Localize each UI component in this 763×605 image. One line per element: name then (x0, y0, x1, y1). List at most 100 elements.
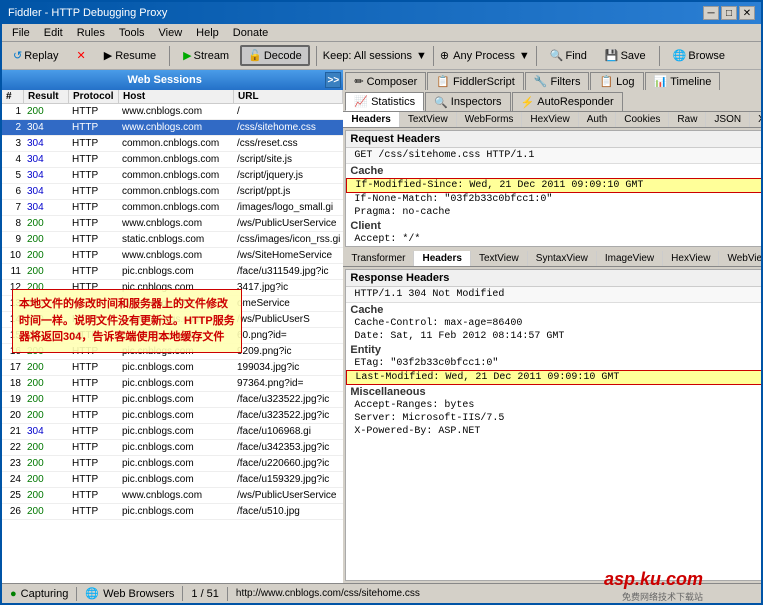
tab-filters[interactable]: 🔧 Filters (525, 72, 590, 90)
table-row[interactable]: 21 304 HTTP pic.cnblogs.com /face/u10696… (2, 424, 343, 440)
resp-tab-textview[interactable]: TextView (471, 251, 528, 266)
resp-tab-webview[interactable]: WebView (719, 251, 761, 266)
table-row[interactable]: 2 304 HTTP www.cnblogs.com /css/sitehome… (2, 120, 343, 136)
response-entity-group: Entity ETag: "03f2b33c0bfcc1:0" Last-Mod… (346, 343, 761, 385)
resp-tab-syntaxview[interactable]: SyntaxView (528, 251, 597, 266)
col-header-protocol[interactable]: Protocol (69, 90, 119, 103)
save-icon: 💾 (605, 49, 619, 62)
table-row[interactable]: 18 200 HTTP pic.cnblogs.com 97364.png?id… (2, 376, 343, 392)
col-header-num[interactable]: # (2, 90, 24, 103)
menu-help[interactable]: Help (190, 26, 225, 40)
table-row[interactable]: 8 200 HTTP www.cnblogs.com /ws/PublicUse… (2, 216, 343, 232)
toolbar-sep3 (433, 46, 434, 66)
stream-button[interactable]: ▶ Stream (176, 46, 236, 65)
table-row[interactable]: 24 200 HTTP pic.cnblogs.com /face/u15932… (2, 472, 343, 488)
title-bar: Fiddler - HTTP Debugging Proxy ─ □ ✕ (2, 2, 761, 24)
annotation-overlay: 本地文件的修改时间和服务器上的文件修改时间一样。说明文件没有更新过。HTTP服务… (12, 289, 242, 353)
status-web-browsers[interactable]: 🌐 Web Browsers (77, 586, 183, 601)
process-icon: ⊕ (440, 49, 449, 62)
table-row[interactable]: 20 200 HTTP pic.cnblogs.com /face/u32352… (2, 408, 343, 424)
resp-last-modified: Last-Modified: Wed, 21 Dec 2011 09:09:10… (346, 370, 761, 385)
menu-edit[interactable]: Edit (38, 26, 69, 40)
find-button[interactable]: 🔍 Find (543, 46, 594, 65)
top-tab-bar: ✏ Composer 📋 FiddlerScript 🔧 Filters 📋 L… (343, 70, 761, 90)
maximize-button[interactable]: □ (721, 6, 737, 20)
table-row[interactable]: 5 304 HTTP common.cnblogs.com /script/jq… (2, 168, 343, 184)
brand-subtext: 免费网络技术下载站 (604, 590, 703, 603)
decode-button[interactable]: 🔓 Decode (240, 45, 310, 66)
menu-rules[interactable]: Rules (71, 26, 111, 40)
window-controls: ─ □ ✕ (703, 6, 755, 20)
menu-view[interactable]: View (153, 26, 189, 40)
resume-button[interactable]: ▶ Resume (97, 46, 163, 65)
brand-area: asp.ku.com 免费网络技术下载站 (604, 569, 703, 603)
sub-tab-cookies[interactable]: Cookies (616, 112, 669, 127)
sub-tab-hexview[interactable]: HexView (522, 112, 578, 127)
sub-tab-raw[interactable]: Raw (669, 112, 706, 127)
main-window: Fiddler - HTTP Debugging Proxy ─ □ ✕ Fil… (0, 0, 763, 605)
process-label: Any Process (453, 50, 515, 62)
col-header-result[interactable]: Result (24, 90, 69, 103)
table-row[interactable]: 9 200 HTTP static.cnblogs.com /css/image… (2, 232, 343, 248)
brand-text: asp.ku.com (604, 569, 703, 590)
sessions-table-header: # Result Protocol Host URL (2, 90, 343, 104)
resp-tab-headers[interactable]: Headers (414, 251, 470, 266)
close-button[interactable]: ✕ (739, 6, 755, 20)
resp-tab-transformer[interactable]: Transformer (343, 251, 414, 266)
resp-tab-hexview[interactable]: HexView (663, 251, 719, 266)
col-header-url[interactable]: URL (234, 90, 343, 103)
save-button[interactable]: 💾 Save (598, 46, 653, 65)
menu-tools[interactable]: Tools (113, 26, 151, 40)
tab-statistics[interactable]: 📈 Statistics (345, 92, 424, 111)
table-row[interactable]: 19 200 HTTP pic.cnblogs.com /face/u32352… (2, 392, 343, 408)
resp-tab-imageview[interactable]: ImageView (597, 251, 663, 266)
find-icon: 🔍 (550, 49, 564, 62)
minimize-button[interactable]: ─ (703, 6, 719, 20)
request-client-group: Client Accept: */* (346, 219, 761, 246)
sub-tab-headers[interactable]: Headers (343, 112, 399, 127)
tab-composer[interactable]: ✏ Composer (345, 72, 426, 90)
replay-button[interactable]: ↺ Replay (6, 46, 65, 65)
tab-autoresponder[interactable]: ⚡ AutoResponder (512, 92, 623, 111)
tab-inspectors[interactable]: 🔍 Inspectors (425, 92, 510, 111)
table-row[interactable]: 11 200 HTTP pic.cnblogs.com /face/u31154… (2, 264, 343, 280)
tab-log[interactable]: 📋 Log (590, 72, 643, 90)
table-row[interactable]: 6 304 HTTP common.cnblogs.com /script/pp… (2, 184, 343, 200)
table-row[interactable]: 1 200 HTTP www.cnblogs.com / (2, 104, 343, 120)
table-row[interactable]: 26 200 HTTP pic.cnblogs.com /face/u510.j… (2, 504, 343, 520)
response-cache-group: Cache Cache-Control: max-age=86400 Date:… (346, 303, 761, 343)
sub-tab-xml[interactable]: XML (750, 112, 761, 127)
table-row[interactable]: 4 304 HTTP common.cnblogs.com /script/si… (2, 152, 343, 168)
table-row[interactable]: 7 304 HTTP common.cnblogs.com /images/lo… (2, 200, 343, 216)
request-cache-group: Cache If-Modified-Since: Wed, 21 Dec 201… (346, 164, 761, 219)
keep-dropdown-icon[interactable]: ▼ (416, 50, 427, 62)
table-row[interactable]: 17 200 HTTP pic.cnblogs.com 199034.jpg?i… (2, 360, 343, 376)
autoresponder-icon: ⚡ (521, 96, 535, 109)
status-bar: ● Capturing 🌐 Web Browsers 1 / 51 http:/… (2, 583, 761, 603)
browse-icon: 🌐 (673, 49, 687, 62)
sessions-table[interactable]: 1 200 HTTP www.cnblogs.com / 2 304 HTTP … (2, 104, 343, 583)
header-accept: Accept: */* (346, 233, 761, 246)
remove-button[interactable]: ✕ (69, 46, 92, 65)
sub-tab-webforms[interactable]: WebForms (457, 112, 523, 127)
header-if-none-match: If-None-Match: "03f2b33c0bfcc1:0" (346, 193, 761, 206)
table-row[interactable]: 23 200 HTTP pic.cnblogs.com /face/u22066… (2, 456, 343, 472)
tab-fiddlerscript[interactable]: 📋 FiddlerScript (427, 72, 523, 90)
status-capturing[interactable]: ● Capturing (2, 587, 77, 601)
process-dropdown-icon[interactable]: ▼ (519, 50, 530, 62)
table-row[interactable]: 3 304 HTTP common.cnblogs.com /css/reset… (2, 136, 343, 152)
table-row[interactable]: 25 200 HTTP www.cnblogs.com /ws/PublicUs… (2, 488, 343, 504)
capture-icon: ● (10, 588, 17, 600)
keep-label: Keep: All sessions (323, 50, 412, 62)
menu-donate[interactable]: Donate (227, 26, 274, 40)
menu-file[interactable]: File (6, 26, 36, 40)
table-row[interactable]: 10 200 HTTP www.cnblogs.com /ws/SiteHome… (2, 248, 343, 264)
table-row[interactable]: 22 200 HTTP pic.cnblogs.com /face/u34235… (2, 440, 343, 456)
sub-tab-json[interactable]: JSON (706, 112, 750, 127)
col-header-host[interactable]: Host (119, 90, 234, 103)
collapse-button[interactable]: >> (325, 72, 341, 88)
browse-button[interactable]: 🌐 Browse (666, 46, 732, 65)
tab-timeline[interactable]: 📊 Timeline (645, 72, 721, 90)
sub-tab-textview[interactable]: TextView (400, 112, 457, 127)
sub-tab-auth[interactable]: Auth (579, 112, 617, 127)
